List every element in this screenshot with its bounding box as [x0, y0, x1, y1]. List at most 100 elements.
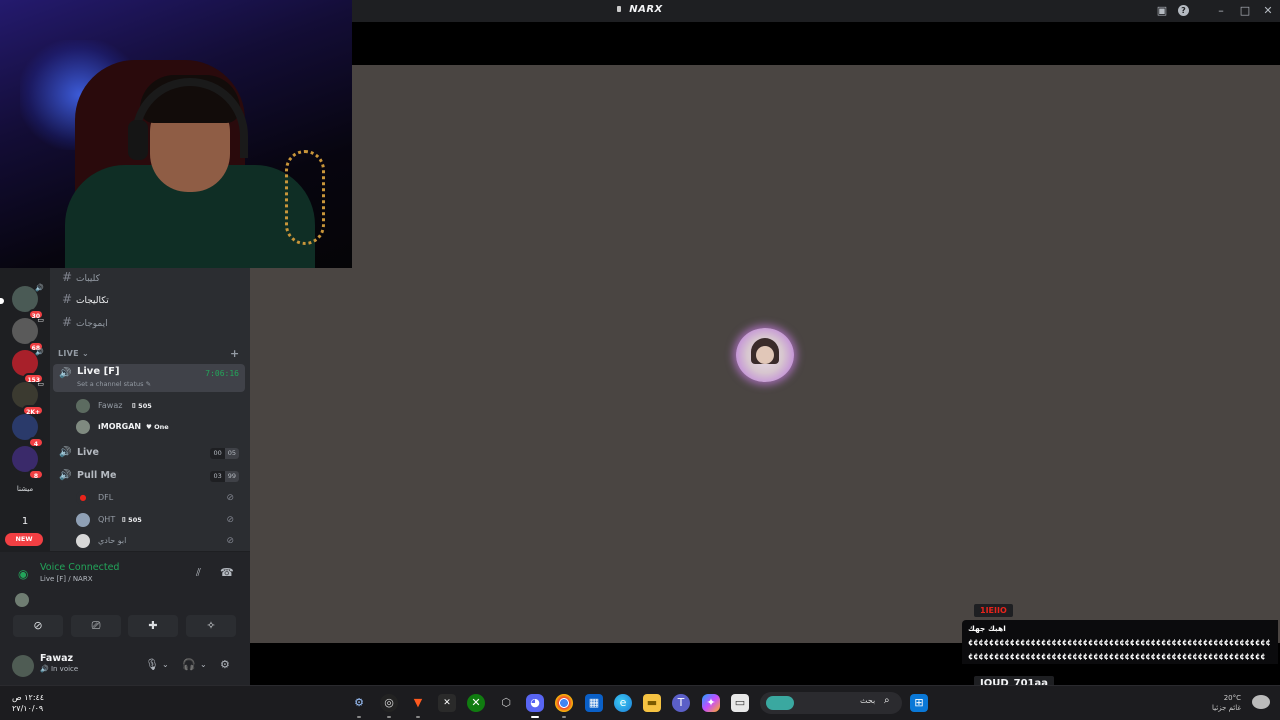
xbox-icon[interactable]: ✕ — [467, 694, 485, 712]
activities-button[interactable]: ✚ — [128, 615, 178, 637]
channel-name: تكاليجات — [76, 296, 109, 306]
voice-user[interactable]: ● DFL ⊘ — [76, 489, 242, 507]
screen-share-icon: ⎚ — [91, 619, 101, 632]
user-panel: Fawaz 🔊 In voice 🎙 ⌄ 🎧 ⌄ ⚙ — [0, 647, 250, 685]
mention-badge: 8 — [28, 469, 44, 480]
voice-channel-name: Pull Me — [77, 470, 117, 481]
discord-icon[interactable]: ◕ — [526, 694, 544, 718]
text-channel[interactable]: # تكاليجات — [58, 290, 242, 308]
steam-icon[interactable]: ⚙ — [350, 694, 368, 718]
noise-suppression-icon[interactable]: ⫽ — [196, 566, 201, 580]
add-channel-icon[interactable]: + — [230, 347, 240, 360]
server-count-label[interactable]: 1 — [6, 516, 44, 527]
avatar — [76, 399, 90, 413]
voice-timer: 7:06:16 — [205, 369, 239, 378]
user-name: ابو حادي — [98, 536, 127, 545]
user-name: DFL — [98, 493, 114, 502]
window-icon[interactable]: ▭ — [731, 694, 749, 712]
start-icon[interactable]: ⊞ — [910, 694, 928, 712]
new-badge[interactable]: NEW — [5, 533, 43, 546]
voice-channel[interactable]: 🔊 Pull Me 03 99 — [53, 468, 245, 486]
hash-icon: # — [61, 292, 73, 306]
search-icon: ⌕ — [884, 695, 890, 706]
user-name: Fawaz — [98, 401, 123, 410]
server-folder-label[interactable]: ميشنا — [6, 485, 44, 493]
gear-icon[interactable]: ⚙ — [220, 658, 230, 671]
disconnect-icon[interactable]: ☎ — [220, 566, 234, 579]
deafened-icon: ⊘ — [226, 536, 234, 546]
brave-icon[interactable]: ▼ — [409, 694, 427, 718]
user-name[interactable]: Fawaz — [40, 653, 73, 664]
voice-connected-subtitle[interactable]: Live [F] / NARX — [40, 575, 93, 583]
minimize-icon[interactable]: – — [1213, 3, 1229, 19]
voice-user[interactable]: ıMORGAN ♥ One — [76, 418, 242, 436]
speaking-user-avatar[interactable] — [736, 328, 794, 382]
speaker-icon: 🔊 — [59, 470, 72, 481]
hash-icon: # — [61, 270, 73, 284]
chevron-down-icon: ⌄ — [82, 349, 90, 358]
screen-icon[interactable]: ▣ — [1154, 3, 1170, 19]
app-icon[interactable]: ⬡ — [497, 694, 515, 712]
server-icon-1[interactable]: 🔊 30 — [12, 284, 44, 320]
soundboard-button[interactable]: ✧ — [186, 615, 236, 637]
server-icon-4[interactable]: ▭ 2K+ — [12, 380, 44, 416]
soundboard-icon: ✧ — [206, 619, 216, 632]
avatar — [15, 593, 29, 607]
help-icon[interactable]: ? — [1178, 5, 1189, 16]
activities-icon: ✚ — [148, 619, 158, 632]
server-icon-6[interactable]: 8 — [12, 446, 44, 480]
voice-user[interactable]: ابو حادي ⊘ — [76, 532, 242, 550]
user-status-text: In voice — [50, 665, 79, 673]
channel-status[interactable]: Set a channel status ✎ — [77, 380, 151, 388]
user-name: ıMORGAN — [98, 422, 142, 431]
voice-channel-active[interactable]: 🔊 Live [F] Set a channel status ✎ 7:06:1… — [53, 364, 245, 392]
copilot-icon[interactable]: ✦ — [702, 694, 720, 712]
chat-message-line: اهبك جهك — [968, 624, 1006, 633]
teams-icon[interactable]: T — [672, 694, 690, 712]
store-icon[interactable]: ▦ — [585, 694, 603, 712]
server-icon-5[interactable]: 4 — [12, 414, 44, 448]
voice-channel[interactable]: 🔊 Live 00 05 — [53, 445, 245, 463]
search-box[interactable]: بحث ⌕ — [760, 692, 902, 714]
avatar[interactable] — [12, 655, 34, 677]
chat-message: اهبك جهك ¢¢¢¢¢¢¢¢¢¢¢¢¢¢¢¢¢¢¢¢¢¢¢¢¢¢¢¢¢¢¢… — [962, 620, 1278, 664]
edge-icon[interactable]: e — [614, 694, 632, 712]
user-name: QHT — [98, 515, 116, 524]
search-highlight-icon — [766, 696, 794, 710]
obs-icon[interactable]: ◎ — [380, 694, 398, 718]
category-name: LIVE — [58, 349, 79, 358]
channel-sidebar: # كليبات # تكاليجات # ايموجات LIVE ⌄ + 🔊 Liv… — [50, 268, 250, 551]
screen-share-button[interactable]: ⎚ — [71, 615, 121, 637]
voice-user[interactable]: Fawaz ⌷ 505 — [76, 397, 242, 415]
text-channel[interactable]: # كليبات — [58, 268, 242, 286]
chevron-down-icon[interactable]: ⌄ — [200, 660, 207, 669]
chevron-down-icon[interactable]: ⌄ — [162, 660, 169, 669]
capcut-icon[interactable]: ✕ — [438, 694, 456, 712]
files-icon[interactable]: ▬ — [643, 694, 661, 712]
deafened-icon: ⊘ — [226, 493, 234, 503]
system-clock[interactable]: ١٢:٤٤ ص ٢٧/١٠/٠٩ — [12, 692, 44, 714]
weather-temp: 20°C — [1223, 694, 1242, 702]
avatar — [76, 513, 90, 527]
user-tag-text: 505 — [128, 516, 142, 524]
window-title-text: NARX — [629, 4, 663, 15]
category-header[interactable]: LIVE ⌄ + — [58, 347, 239, 360]
close-icon[interactable]: ✕ — [1260, 3, 1276, 19]
speaker-icon: 🔊 — [35, 284, 44, 292]
server-icon-3[interactable]: 🔊 153 — [12, 348, 44, 384]
deafened-icon: ⊘ — [226, 515, 234, 525]
speaker-icon: 🔊 — [59, 447, 72, 458]
voice-connected-title[interactable]: Voice Connected — [40, 562, 119, 573]
server-icon-2[interactable]: ▭ 68 — [12, 316, 44, 352]
microphone-icon[interactable]: 🎙 — [145, 658, 159, 671]
voice-user[interactable]: QHT ⌷ 505 ⊘ — [76, 511, 242, 529]
weather-widget[interactable]: 20°C غائم جزئيا — [1212, 693, 1270, 713]
headphones-icon[interactable]: 🎧 — [182, 658, 196, 671]
maximize-icon[interactable]: □ — [1237, 3, 1253, 19]
user-tag-text: One — [154, 423, 169, 431]
chrome-icon[interactable] — [555, 694, 573, 718]
camera-off-button[interactable]: ⊘ — [13, 615, 63, 637]
server-icon — [617, 6, 622, 12]
text-channel[interactable]: # ايموجات — [58, 313, 242, 331]
screen-share-icon: ▭ — [37, 316, 44, 324]
